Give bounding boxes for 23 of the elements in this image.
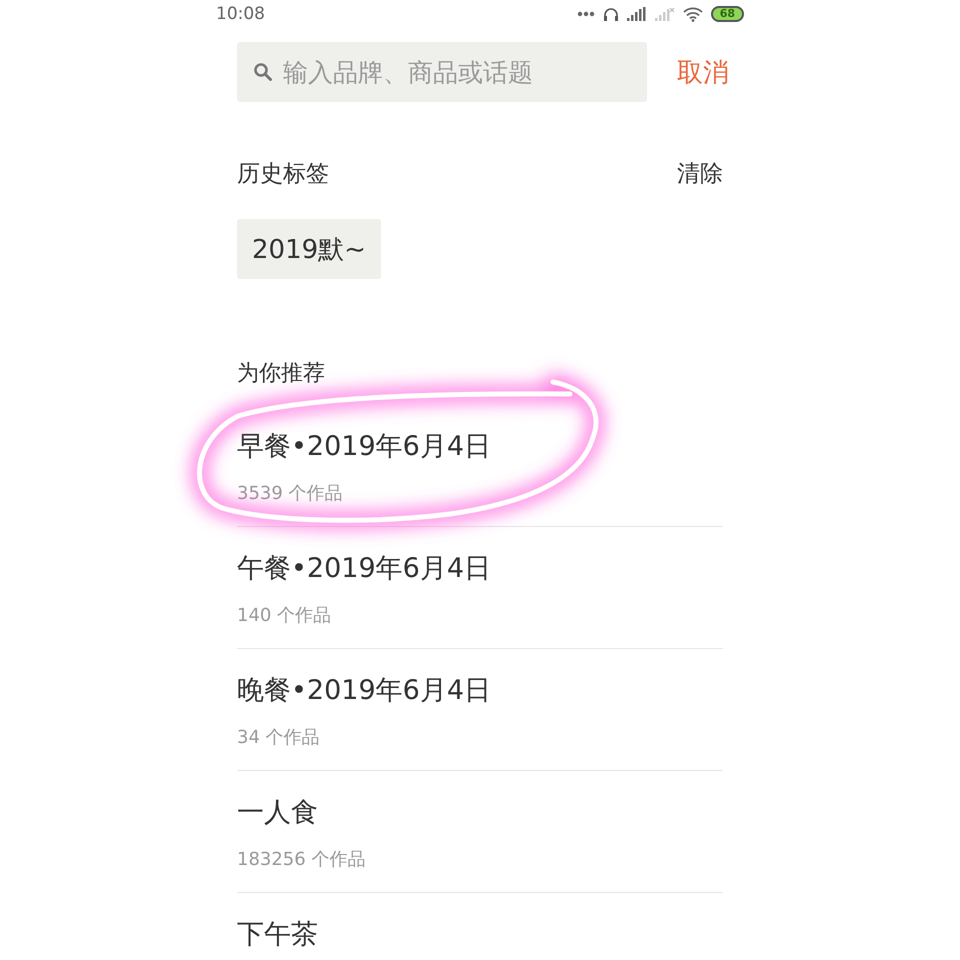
wifi-icon <box>682 6 703 22</box>
topic-title[interactable]: 午餐•2019年6月4日 <box>237 549 723 589</box>
work-count: 140 个作品 <box>237 604 332 628</box>
section-title: 历史标签 <box>237 160 329 189</box>
search-icon <box>253 62 273 82</box>
section-title: 为你推荐 <box>237 360 326 388</box>
topic-title[interactable]: 晚餐•2019年6月4日 <box>237 671 723 711</box>
search-field[interactable]: 输入品牌、商品或话题 <box>237 42 647 102</box>
work-count: 34 个作品 <box>237 726 321 750</box>
topic-title[interactable]: 下午茶 <box>237 915 723 955</box>
status-time: 10:08 <box>216 4 265 24</box>
more-dots-icon <box>576 11 595 17</box>
work-count: 183256 个作品 <box>237 848 366 872</box>
battery-indicator: 68 <box>710 6 744 22</box>
signal-icon <box>626 7 647 21</box>
work-count: 3539 个作品 <box>237 482 344 506</box>
history-tag[interactable]: 2019默~ <box>237 219 381 279</box>
topic-title[interactable]: 一人食 <box>237 793 723 833</box>
search-input[interactable]: 输入品牌、商品或话题 <box>281 56 625 88</box>
topic-title[interactable]: 早餐•2019年6月4日 <box>237 427 723 467</box>
clear-button[interactable]: 清除 <box>677 158 723 189</box>
headphones-icon <box>602 6 619 22</box>
no-signal-icon <box>654 7 675 21</box>
